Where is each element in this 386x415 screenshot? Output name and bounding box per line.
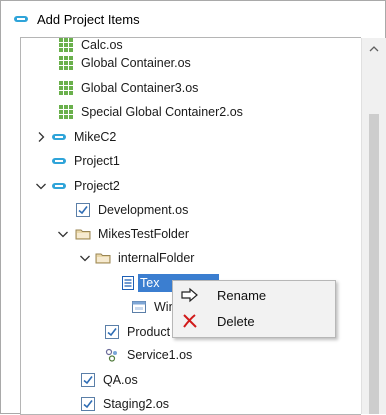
- tree-item[interactable]: Service1.os: [104, 344, 194, 366]
- document-icon: [120, 275, 136, 291]
- container-icon: [58, 55, 74, 71]
- tree-item[interactable]: Global Container.os: [58, 52, 193, 74]
- window-icon: [131, 299, 147, 315]
- project-icon: [13, 11, 29, 27]
- checkbox-document-icon: [75, 202, 91, 218]
- chevron-up-icon: [369, 46, 379, 52]
- tree-item[interactable]: Staging2.os: [80, 393, 171, 414]
- scroll-up-button[interactable]: [362, 38, 386, 60]
- folder-icon: [95, 250, 111, 266]
- tree-item[interactable]: Global Container3.os: [58, 77, 200, 99]
- window-title: Add Project Items: [37, 11, 140, 27]
- checkbox-document-icon: [80, 372, 96, 388]
- tree-item-folder[interactable]: MikesTestFolder: [57, 223, 191, 245]
- tree-item-folder[interactable]: internalFolder: [79, 247, 196, 269]
- checkbox-document-icon: [104, 324, 120, 340]
- title-bar: Add Project Items: [1, 1, 385, 37]
- chevron-right-icon[interactable]: [35, 131, 47, 143]
- tree-item-project[interactable]: Project2: [35, 175, 122, 197]
- tree-item[interactable]: Win: [131, 296, 178, 318]
- chevron-down-icon[interactable]: [79, 252, 91, 264]
- chevron-down-icon[interactable]: [35, 180, 47, 192]
- delete-menu-item[interactable]: Delete: [173, 308, 335, 334]
- service-icon: [104, 347, 120, 363]
- tree-item[interactable]: Special Global Container2.os: [58, 101, 245, 123]
- tree-item[interactable]: QA.os: [80, 369, 140, 391]
- context-menu: Rename Delete: [172, 280, 336, 338]
- project-icon: [51, 178, 67, 194]
- project-icon: [51, 129, 67, 145]
- rename-menu-item[interactable]: Rename: [173, 282, 335, 308]
- delete-icon: [183, 314, 197, 328]
- tree-item-project[interactable]: Project1: [51, 150, 122, 172]
- tree-item[interactable]: Product: [104, 321, 172, 343]
- container-icon: [58, 38, 74, 53]
- tree-item[interactable]: Development.os: [75, 199, 190, 221]
- container-icon: [58, 104, 74, 120]
- rename-icon: [181, 287, 198, 303]
- project-tree[interactable]: Calc.os Global Container.os Global Conta…: [20, 37, 361, 415]
- checkbox-document-icon: [80, 396, 96, 412]
- folder-icon: [75, 226, 91, 242]
- vertical-scrollbar[interactable]: [361, 38, 386, 414]
- scroll-thumb[interactable]: [369, 114, 379, 414]
- container-icon: [58, 80, 74, 96]
- chevron-down-icon[interactable]: [57, 228, 69, 240]
- project-icon: [51, 153, 67, 169]
- tree-item-project[interactable]: MikeC2: [35, 126, 118, 148]
